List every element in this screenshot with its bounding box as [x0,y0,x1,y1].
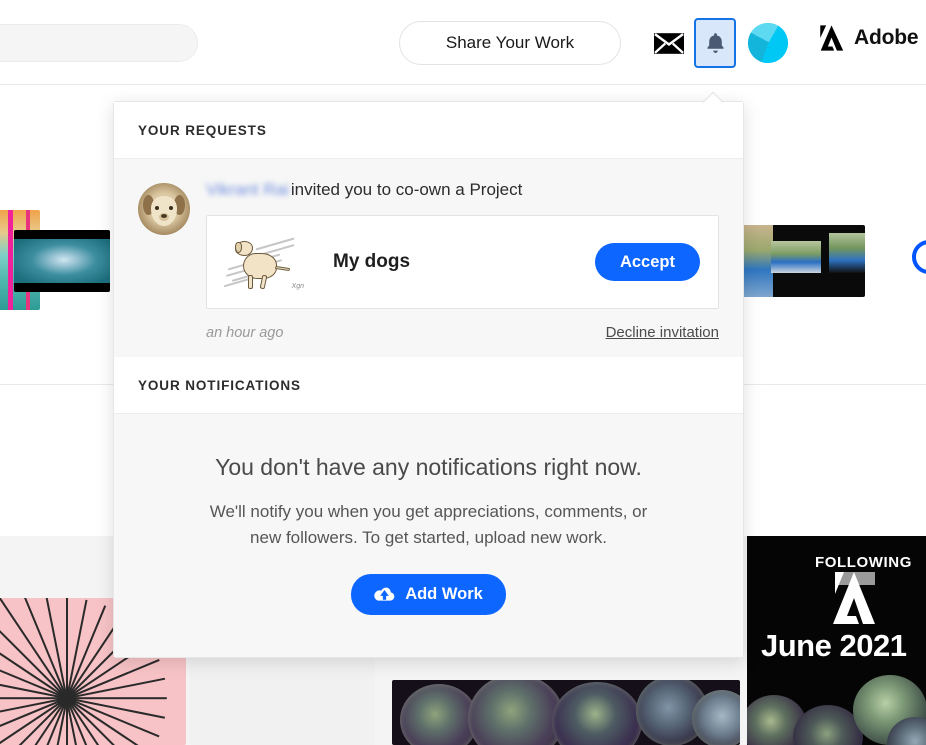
ocean-photo-thumbnail[interactable] [14,230,110,292]
empty-subtitle-line-1: We'll notify you when you get appreciati… [209,502,648,522]
app-root: 74–11 FOLLOWING June 2021 [0,0,926,745]
request-meta: an hour ago Decline invitation [206,324,719,341]
notifications-empty-title: You don't have any notifications right n… [215,454,642,481]
dog-tail [274,266,291,272]
user-avatar-button[interactable] [748,23,788,63]
accept-invitation-button[interactable]: Accept [594,243,700,282]
radial-line [66,598,68,745]
succulent-rosette [552,682,642,745]
adobe-a-logo-icon [825,572,883,624]
request-timestamp: an hour ago [206,324,284,341]
radial-line [0,697,167,699]
requester-avatar[interactable] [138,183,190,235]
car-photo-c [829,233,865,273]
adobe-a-logo-icon [818,25,845,51]
avatar [748,23,788,63]
notifications-empty-subtitle: We'll notify you when you get appreciati… [169,499,689,552]
succulent-bed [747,649,926,745]
adobe-brand-link[interactable]: Adobe [818,25,919,51]
share-your-work-button[interactable]: Share Your Work [399,21,621,65]
car-photos-thumbnail[interactable] [743,225,865,297]
following-card[interactable]: FOLLOWING June 2021 [747,536,926,745]
add-work-label: Add Work [405,584,483,603]
dog-leg [248,275,253,290]
succulent-rosette [468,680,564,745]
project-invitation-card[interactable]: Xgn My dogs Accept [206,215,719,310]
succulents-thumbnail[interactable] [392,680,740,745]
project-title: My dogs [333,251,411,273]
requests-section-header: YOUR REQUESTS [114,102,743,159]
car-photo-b [771,241,821,273]
dog-nose [161,214,167,218]
dog-ear [235,242,242,254]
following-badge: FOLLOWING [814,554,912,571]
requester-name[interactable]: Vikrant Rai [206,179,289,201]
add-work-button[interactable]: Add Work [351,573,506,615]
top-navigation-bar: Share Your Work Adobe [0,0,926,85]
request-message-text: invited you to co-own a Project [290,180,523,199]
car-photo-a [743,225,773,297]
dropdown-caret [703,92,723,103]
notifications-empty-state: You don't have any notifications right n… [114,414,743,657]
adobe-brand-label: Adobe [854,26,919,49]
dog-eye-right [169,206,173,210]
request-message: Vikrant Rai invited you to co-own a Proje… [206,179,719,201]
notifications-bell-button[interactable] [694,18,736,68]
notifications-section-header: YOUR NOTIFICATIONS [114,357,743,415]
search-input[interactable] [0,24,198,62]
succulent-rosette [692,690,740,745]
request-row: Vikrant Rai invited you to co-own a Proje… [138,179,719,341]
dog-eye-left [155,206,159,210]
request-main: Vikrant Rai invited you to co-own a Proje… [206,179,719,341]
succulent-rosette [400,684,478,745]
requests-section-body: Vikrant Rai invited you to co-own a Proje… [114,159,743,358]
artist-signature: Xgn [291,283,304,291]
messages-button[interactable] [652,26,686,60]
notifications-dropdown: YOUR REQUESTS Vikrant Rai invited you to … [113,101,744,658]
dog-face [151,196,177,226]
envelope-icon [654,32,684,55]
decline-invitation-link[interactable]: Decline invitation [606,324,719,341]
project-thumbnail: Xgn [221,231,307,294]
cloud-upload-icon [374,586,395,602]
bell-icon [705,32,726,55]
empty-subtitle-line-2: new followers. To get started, upload ne… [250,528,607,548]
